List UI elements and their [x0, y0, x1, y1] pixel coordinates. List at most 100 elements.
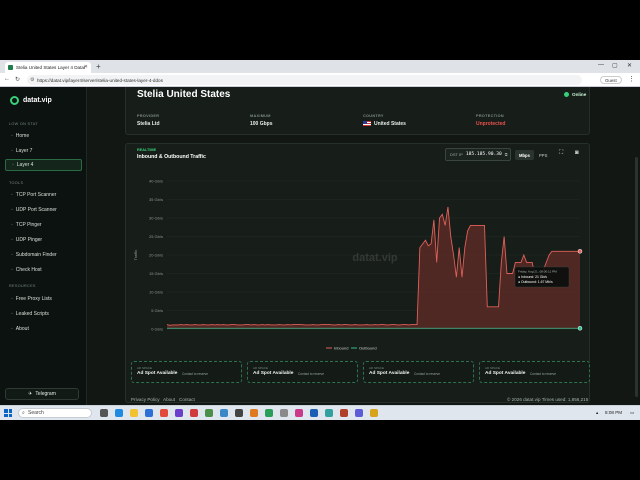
task-view-icon[interactable] [100, 409, 108, 417]
ad-subtitle: Contact to reserve [414, 372, 441, 376]
sidebar-item-leaked-scripts[interactable]: ◦ Leaked Scripts [5, 308, 82, 320]
main-content: Stelia United States Online PROVIDER Ste… [87, 87, 640, 405]
sidebar-item-about[interactable]: ◦ About [5, 323, 82, 335]
status-badge: Online [564, 92, 586, 97]
new-tab-button[interactable]: + [96, 62, 101, 71]
file-explorer-icon[interactable] [130, 409, 138, 417]
store-icon[interactable] [145, 409, 153, 417]
app-icon[interactable] [265, 409, 273, 417]
maximum-label: MAXIMUM [250, 114, 271, 118]
app-icon[interactable] [355, 409, 363, 417]
sidebar-section-title: RESOURCES [9, 284, 36, 288]
camera-icon[interactable]: ◙ [575, 150, 579, 156]
guest-profile-button[interactable]: Guest [600, 76, 622, 84]
notification-icon[interactable]: ▭ [630, 410, 634, 416]
url-input[interactable]: ⚙ https://datat.vip/layer4/server/stelia… [27, 75, 582, 85]
bullet-icon: ◦ [11, 207, 13, 213]
traffic-chart-title: Inbound & Outbound Traffic [137, 154, 206, 160]
app-icon[interactable] [310, 409, 318, 417]
close-window-icon[interactable]: ✕ [627, 62, 632, 69]
inbound-hover-point [577, 249, 583, 254]
tab-title: Stelia United States Layer 4 Datat [16, 65, 86, 70]
brand-name: datat.vip [23, 97, 52, 104]
unit-pps-button[interactable]: PPS [535, 150, 551, 160]
sidebar-item-subdomain-finder[interactable]: ◦ Subdomain Finder [5, 249, 82, 261]
sidebar-item-layer-4[interactable]: ◦ Layer 4 [5, 159, 82, 171]
y-tick-label: 5 Gb/s [151, 308, 163, 313]
sidebar-item-tcp-pinger[interactable]: ◦ TCP Pinger [5, 219, 82, 231]
app-icon[interactable] [205, 409, 213, 417]
close-tab-icon[interactable]: ✕ [84, 64, 88, 70]
ad-subtitle: Contact to reserve [298, 372, 325, 376]
app-icon[interactable] [235, 409, 243, 417]
chrome-icon[interactable] [160, 409, 168, 417]
bullet-icon: ◦ [11, 133, 13, 139]
ad-slot[interactable]: AD SPACE Ad Spot Available Contact to re… [363, 361, 474, 383]
app-icon[interactable] [370, 409, 378, 417]
browser-menu-icon[interactable]: ⋮ [628, 75, 635, 83]
ad-slot[interactable]: AD SPACE Ad Spot Available Contact to re… [131, 361, 242, 383]
back-icon[interactable]: ← [4, 76, 10, 82]
sidebar-item-check-host[interactable]: ◦ Check Host [5, 264, 82, 276]
telegram-button[interactable]: ✈ Telegram [5, 388, 79, 400]
brand-logo[interactable]: datat.vip [10, 96, 52, 105]
browser-tab[interactable]: Stelia United States Layer 4 Datat ✕ [5, 62, 91, 73]
y-tick-label: 15 Gb/s [149, 271, 163, 276]
app-icon[interactable] [280, 409, 288, 417]
fullscreen-icon[interactable]: ⛶ [559, 150, 563, 157]
ip-value: 185.185.90.30 [465, 152, 502, 157]
status-dot-icon [564, 92, 569, 97]
page-title: Stelia United States [137, 89, 231, 100]
app-icon[interactable] [250, 409, 258, 417]
ad-title: Ad Spot Available [485, 371, 526, 376]
ad-subtitle: Contact to reserve [530, 372, 557, 376]
y-tick-label: 35 Gb/s [149, 197, 163, 202]
sidebar-item-label: Layer 4 [16, 162, 34, 168]
destination-ip-box[interactable]: DST IP 185.185.90.30 ⧉ [445, 148, 511, 161]
y-tick-label: 0 Gb/s [151, 327, 163, 332]
realtime-label: REALTIME [137, 148, 157, 152]
screen: Stelia United States Layer 4 Datat ✕ + —… [0, 60, 640, 420]
app-icon[interactable] [295, 409, 303, 417]
sidebar-item-label: UDP Port Scanner [15, 207, 57, 213]
windows-start-icon[interactable] [4, 409, 12, 417]
protection-label: PROTECTION [476, 114, 504, 118]
app-icon[interactable] [190, 409, 198, 417]
sidebar-item-home[interactable]: ◦ Home [5, 130, 82, 142]
edge-icon[interactable] [115, 409, 123, 417]
sidebar-item-udp-port-scanner[interactable]: ◦ UDP Port Scanner [5, 204, 82, 216]
ad-slot[interactable]: AD SPACE Ad Spot Available Contact to re… [479, 361, 590, 383]
sidebar-item-layer-7[interactable]: ◦ Layer 7 [5, 145, 82, 157]
taskbar-search[interactable]: ⌕ Search [18, 408, 92, 418]
maximize-icon[interactable]: ▢ [612, 62, 618, 69]
unit-mbps-button[interactable]: Mbps [515, 150, 534, 160]
footer-copyright: © 2026 datat.vip Times used: 1,856,215 [507, 397, 589, 402]
minimize-icon[interactable]: — [598, 62, 604, 68]
taskbar-clock[interactable]: 8:08 PM [605, 410, 622, 415]
contact-link[interactable]: Contact [179, 397, 195, 402]
tray-network-icon[interactable]: ▴ [596, 410, 598, 416]
ad-slot[interactable]: AD SPACE Ad Spot Available Contact to re… [247, 361, 358, 383]
page-scrollbar[interactable] [635, 157, 638, 397]
bullet-icon: ◦ [12, 162, 14, 168]
reload-icon[interactable]: ↻ [15, 76, 20, 83]
app-icon[interactable] [340, 409, 348, 417]
sidebar-item-tcp-port-scanner[interactable]: ◦ TCP Port Scanner [5, 189, 82, 201]
bullet-icon: ◦ [11, 222, 13, 228]
url-text: https://datat.vip/layer4/server/stelia-u… [37, 77, 163, 83]
app-icon[interactable] [325, 409, 333, 417]
chart-watermark: datat.vip [352, 252, 398, 264]
about-link[interactable]: About [163, 397, 175, 402]
copy-icon[interactable]: ⧉ [505, 152, 508, 157]
site-info-icon[interactable]: ⚙ [30, 77, 34, 83]
app-icon[interactable] [220, 409, 228, 417]
y-tick-label: 10 Gb/s [149, 290, 163, 295]
sidebar-item-udp-pinger[interactable]: ◦ UDP Pinger [5, 234, 82, 246]
sidebar-item-label: Leaked Scripts [15, 311, 49, 317]
app-icon[interactable] [175, 409, 183, 417]
sidebar-item-free-proxy-lists[interactable]: ◦ Free Proxy Lists [5, 293, 82, 305]
privacy-policy-link[interactable]: Privacy Policy [131, 397, 160, 402]
sidebar-item-label: UDP Pinger [15, 237, 43, 243]
y-tick-label: 40 Gb/s [149, 179, 163, 184]
ad-small-label: AD SPACE [137, 366, 152, 370]
